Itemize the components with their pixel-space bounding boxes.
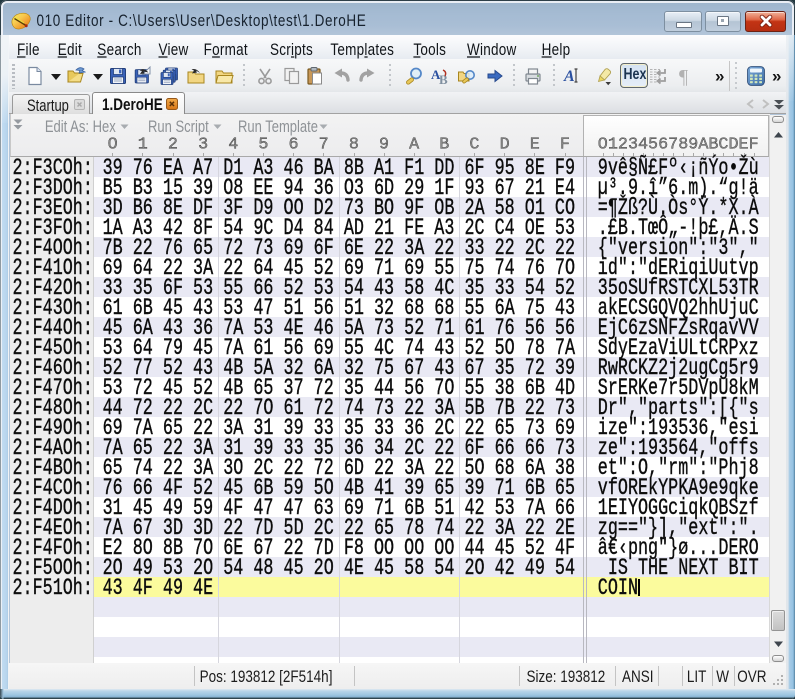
svg-text:¶: ¶ [679,66,688,86]
svg-text:B: B [439,72,448,86]
svg-text:»: » [715,68,724,84]
svg-text:»: » [772,68,781,84]
svg-text:A: A [563,68,575,85]
